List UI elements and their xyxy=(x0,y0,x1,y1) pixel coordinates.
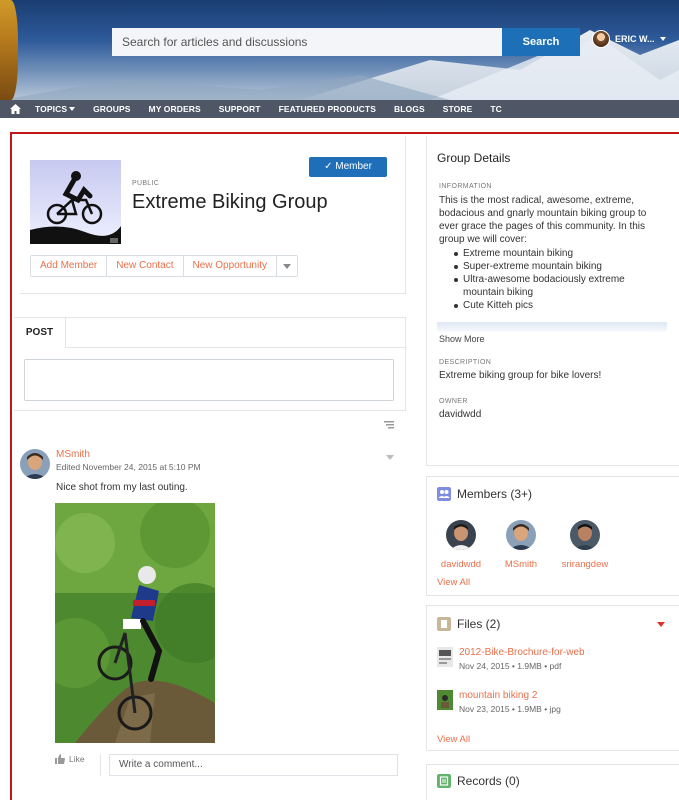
information-text: This is the most radical, awesome, extre… xyxy=(439,195,647,245)
information-list: Extreme mountain biking Super-extreme mo… xyxy=(454,247,663,312)
avatar xyxy=(570,520,600,550)
file-item[interactable]: mountain biking 2 Nov 23, 2015 • 1.9MB •… xyxy=(437,690,561,714)
group-actions: Add Member New Contact New Opportunity xyxy=(30,255,298,277)
file-icon xyxy=(437,617,451,631)
chevron-down-icon xyxy=(282,263,291,269)
files-view-all-link[interactable]: View All xyxy=(437,734,470,745)
chevron-down-icon[interactable] xyxy=(656,621,666,629)
top-nav: TOPICS GROUPS MY ORDERS SUPPORT FEATURED… xyxy=(0,100,679,118)
file-meta: Nov 24, 2015 • 1.9MB • pdf xyxy=(459,661,562,671)
chevron-down-icon xyxy=(69,106,76,111)
nav-item-tc[interactable]: TC xyxy=(490,104,502,114)
author-avatar[interactable] xyxy=(20,449,50,479)
feed-photo[interactable] xyxy=(55,503,215,743)
people-icon xyxy=(437,487,451,501)
records-icon xyxy=(437,774,451,788)
list-item: Super-extreme mountain biking xyxy=(454,260,663,273)
chevron-down-icon[interactable] xyxy=(386,455,394,460)
user-name: ERIC W... xyxy=(615,34,655,44)
group-visibility: PUBLIC xyxy=(132,180,160,187)
climber-image xyxy=(0,0,18,100)
new-opportunity-button[interactable]: New Opportunity xyxy=(184,256,277,276)
file-meta: Nov 23, 2015 • 1.9MB • jpg xyxy=(459,704,561,714)
chevron-down-icon xyxy=(659,37,666,41)
nav-item-support[interactable]: SUPPORT xyxy=(219,104,261,114)
file-thumbnail xyxy=(437,647,453,667)
description-text: Extreme biking group for bike lovers! xyxy=(439,370,602,381)
member-srirangdew[interactable]: srirangdew xyxy=(556,520,614,570)
post-input[interactable] xyxy=(24,359,394,401)
list-item: Cute Kitteh pics xyxy=(454,299,663,312)
show-more-link[interactable]: Show More xyxy=(439,334,485,344)
avatar xyxy=(446,520,476,550)
member-msmith[interactable]: MSmith xyxy=(500,520,542,570)
description-label: DESCRIPTION xyxy=(439,359,492,366)
records-title: Records (0) xyxy=(437,774,520,788)
nav-item-my-orders[interactable]: MY ORDERS xyxy=(149,104,201,114)
files-title: Files (2) xyxy=(437,617,500,631)
tab-post[interactable]: POST xyxy=(14,318,66,348)
file-thumbnail xyxy=(437,690,453,710)
feed-timestamp: Edited November 24, 2015 at 5:10 PM xyxy=(56,462,201,472)
member-button[interactable]: ✓ Member xyxy=(309,157,387,177)
list-item: Extreme mountain biking xyxy=(454,247,663,260)
nav-item-store[interactable]: STORE xyxy=(443,104,473,114)
members-view-all-link[interactable]: View All xyxy=(437,577,470,588)
comment-input[interactable]: Write a comment... xyxy=(109,754,398,776)
divider xyxy=(100,754,101,776)
nav-item-groups[interactable]: GROUPS xyxy=(93,104,130,114)
feed-text: Nice shot from my last outing. xyxy=(56,482,188,493)
add-member-button[interactable]: Add Member xyxy=(31,256,108,276)
group-details-title: Group Details xyxy=(437,151,511,165)
nav-item-featured-products[interactable]: FEATURED PRODUCTS xyxy=(279,104,376,114)
member-davidwdd[interactable]: davidwdd xyxy=(440,520,482,570)
information-label: INFORMATION xyxy=(439,183,492,190)
search-button[interactable]: Search xyxy=(502,28,580,56)
text-fade xyxy=(437,322,667,332)
list-item: Ultra-awesome bodaciously extreme mounta… xyxy=(454,273,663,299)
thumbs-up-icon xyxy=(55,754,65,764)
nav-item-blogs[interactable]: BLOGS xyxy=(394,104,425,114)
nav-item-topics[interactable]: TOPICS xyxy=(35,104,76,114)
owner-name[interactable]: davidwdd xyxy=(439,409,481,420)
more-actions-button[interactable] xyxy=(277,256,297,276)
like-button[interactable]: Like xyxy=(55,754,85,764)
user-menu[interactable]: ERIC W... xyxy=(592,30,666,48)
avatar xyxy=(506,520,536,550)
user-avatar xyxy=(592,30,610,48)
file-item[interactable]: 2012-Bike-Brochure-for-web Nov 24, 2015 … xyxy=(437,647,585,671)
tab-divider xyxy=(66,347,406,348)
owner-label: OWNER xyxy=(439,398,468,405)
home-icon[interactable] xyxy=(10,104,21,114)
new-contact-button[interactable]: New Contact xyxy=(107,256,184,276)
page-title: Extreme Biking Group xyxy=(132,191,328,213)
sort-icon[interactable] xyxy=(384,420,396,430)
members-title: Members (3+) xyxy=(437,487,532,501)
file-name[interactable]: mountain biking 2 xyxy=(459,690,561,701)
search-input[interactable]: Search for articles and discussions xyxy=(112,28,502,56)
group-photo xyxy=(30,160,121,244)
feed-author[interactable]: MSmith xyxy=(56,449,90,460)
file-name[interactable]: 2012-Bike-Brochure-for-web xyxy=(459,647,585,658)
search-bar: Search for articles and discussions Sear… xyxy=(112,28,580,56)
